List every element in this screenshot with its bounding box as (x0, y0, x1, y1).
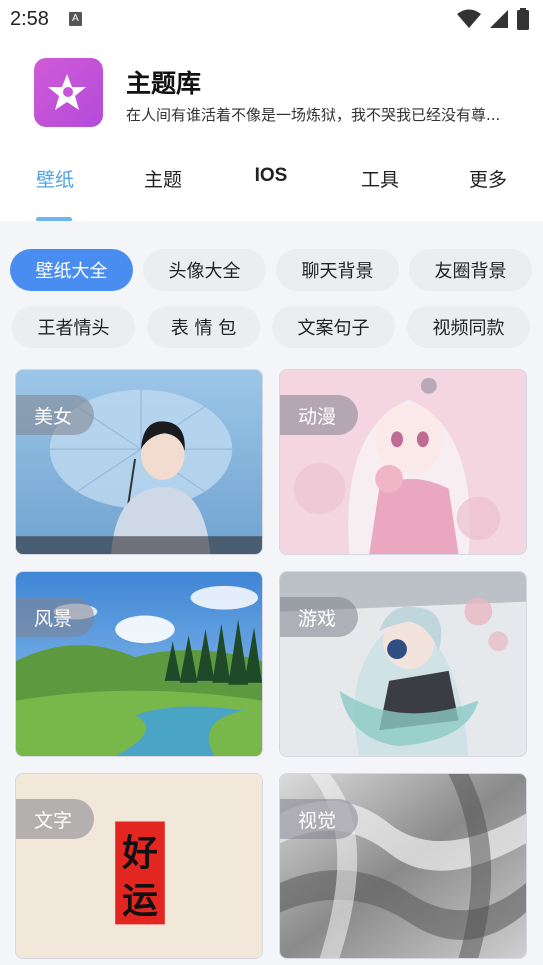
app-title: 主题库 (126, 69, 202, 98)
card-label: 文字 (16, 799, 95, 839)
category-card-anime[interactable]: 动漫 (279, 369, 527, 555)
wifi-icon (457, 9, 481, 28)
app-subtitle: 在人间有谁活着不像是一场炼狱，我不哭我已经没有尊... (126, 106, 501, 124)
card-label: 美女 (16, 395, 95, 435)
content-panel: 壁纸大全 头像大全 聊天背景 友圈背景 王者情头 表 情 包 文案句子 视频同款 (0, 221, 543, 965)
category-card-scenery[interactable]: 风景 (15, 571, 263, 757)
status-bar: 2:58 A (0, 0, 543, 38)
tab-theme[interactable]: 主题 (108, 165, 218, 192)
app-header: 主题库 在人间有谁活着不像是一场炼狱，我不哭我已经没有尊... (34, 58, 534, 128)
chip-king-couple-avatar[interactable]: 王者情头 (12, 306, 135, 348)
main-tabs: 壁纸 主题 IOS 工具 更多 (0, 165, 543, 222)
card-label: 风景 (16, 597, 95, 637)
app-logo (34, 58, 103, 127)
category-card-beauty[interactable]: 美女 (15, 369, 263, 555)
art-char-2: 运 (122, 881, 158, 922)
star-logo-icon (47, 73, 86, 110)
category-card-game[interactable]: 游戏 (279, 571, 527, 757)
chip-chat-background[interactable]: 聊天背景 (276, 249, 399, 291)
art-char-1: 好 (121, 833, 158, 874)
battery-icon (517, 8, 529, 30)
tab-ios[interactable]: IOS (216, 165, 326, 187)
signal-icon (490, 10, 508, 28)
category-card-visual[interactable]: 视觉 (279, 773, 527, 959)
card-label: 视觉 (280, 799, 359, 839)
chip-copywriting[interactable]: 文案句子 (272, 306, 395, 348)
notification-a-icon: A (68, 12, 82, 26)
chip-video-same[interactable]: 视频同款 (407, 306, 530, 348)
chip-wallpaper-all[interactable]: 壁纸大全 (10, 249, 133, 291)
tab-more[interactable]: 更多 (433, 165, 543, 192)
status-icons (457, 8, 529, 30)
tab-wallpaper[interactable]: 壁纸 (0, 165, 110, 192)
category-card-text[interactable]: 好 运 文字 (15, 773, 263, 959)
card-label: 动漫 (280, 395, 359, 435)
chip-moments-background[interactable]: 友圈背景 (409, 249, 532, 291)
status-time: 2:58 (10, 7, 49, 30)
tab-tools[interactable]: 工具 (325, 165, 435, 192)
card-label: 游戏 (280, 597, 359, 637)
chip-emoji-pack[interactable]: 表 情 包 (147, 306, 260, 348)
chip-avatar-all[interactable]: 头像大全 (143, 249, 266, 291)
